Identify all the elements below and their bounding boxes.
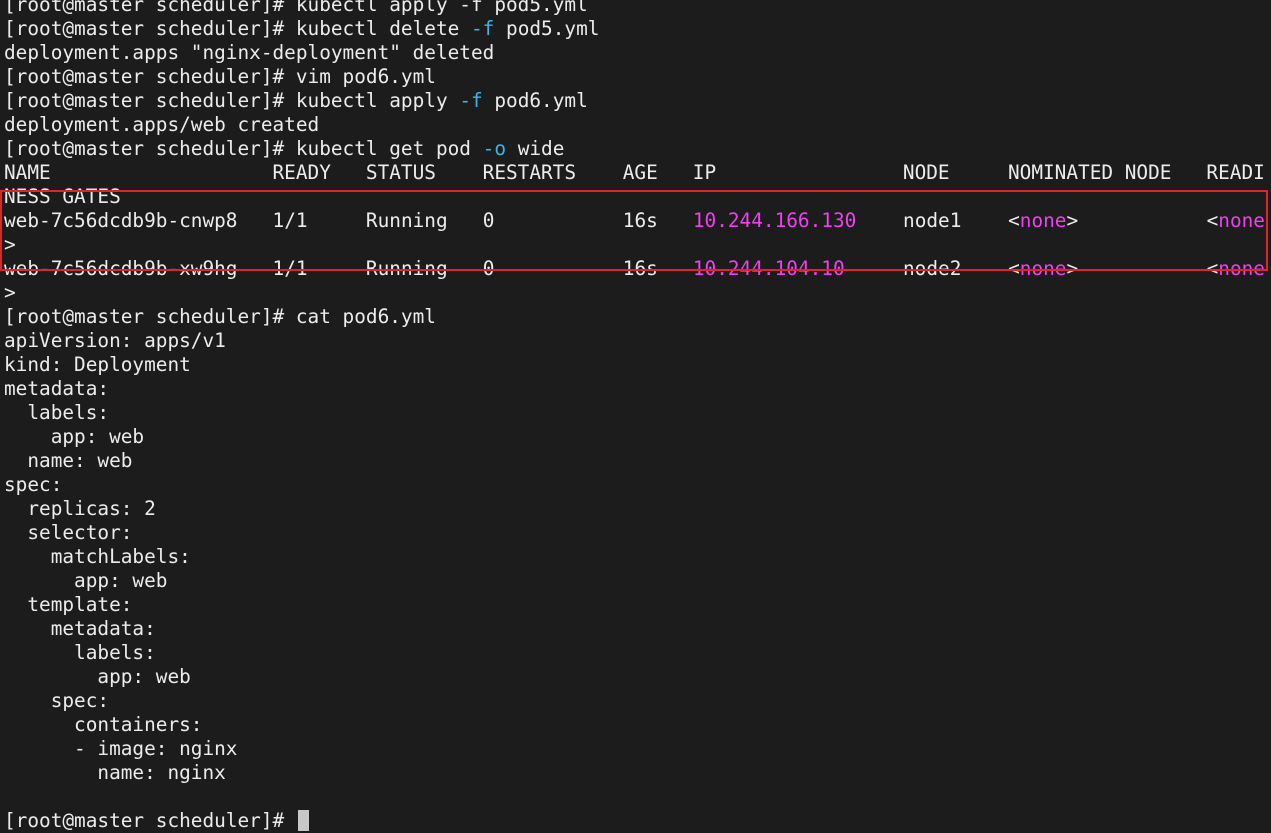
yaml-line: name: nginx xyxy=(4,761,226,784)
yaml-line: apiVersion: apps/v1 xyxy=(4,329,226,352)
pod-nominated-node-open: < xyxy=(1008,209,1020,232)
table-row: web-7c56dcdb9b-cnwp8 1/1 Running 0 16s 1… xyxy=(0,209,1271,233)
pod-name: web-7c56dcdb9b-cnwp8 xyxy=(4,209,238,232)
pod-readiness-gates-open: < xyxy=(1206,209,1219,232)
yaml-line: app: web xyxy=(4,569,168,592)
shell-prompt: [root@master scheduler]# xyxy=(4,89,296,112)
command-line-active[interactable]: [root@master scheduler]# xyxy=(0,809,1271,833)
command-line-apply: [root@master scheduler]# kubectl apply -… xyxy=(0,89,1271,113)
pod-restarts: 0 xyxy=(482,257,495,280)
command-output-apply: deployment.apps/web created xyxy=(4,113,320,136)
pod-status: Running xyxy=(365,209,448,232)
shell-prompt: [root@master scheduler]# xyxy=(4,65,296,88)
table-row-wrap: > xyxy=(4,233,16,256)
table-row: web-7c56dcdb9b-xw9hg 1/1 Running 0 16s 1… xyxy=(0,257,1271,281)
pod-readiness-gates-open: < xyxy=(1206,257,1219,280)
shell-prompt: [root@master scheduler]# xyxy=(4,137,296,160)
yaml-line: - image: nginx xyxy=(4,737,238,760)
command-flag: -o xyxy=(482,137,507,160)
yaml-line: metadata: xyxy=(4,617,156,640)
yaml-line: template: xyxy=(4,593,133,616)
pod-nominated-node-close: > xyxy=(1066,209,1079,232)
pod-age: 16s xyxy=(622,257,658,280)
command-line-vim: [root@master scheduler]# vim pod6.yml xyxy=(0,65,1271,89)
command-arg: pod6.yml xyxy=(482,89,588,112)
terminal-window[interactable]: [root@master scheduler]# kubectl apply -… xyxy=(0,0,1271,832)
command-line-delete: [root@master scheduler]# kubectl delete … xyxy=(0,17,1271,41)
yaml-line: matchLabels: xyxy=(4,545,191,568)
command-line-cat: [root@master scheduler]# cat pod6.yml xyxy=(0,305,1271,329)
command-text: vim pod6.yml xyxy=(295,65,436,88)
yaml-line: labels: xyxy=(4,641,156,664)
command-text: cat pod6.yml xyxy=(295,305,436,328)
shell-prompt: [root@master scheduler]# xyxy=(4,305,296,328)
command-output-delete: deployment.apps "nginx-deployment" delet… xyxy=(4,41,495,64)
command-line-get-pods: [root@master scheduler]# kubectl get pod… xyxy=(0,137,1271,161)
yaml-line: app: web xyxy=(4,665,191,688)
text-cursor xyxy=(297,810,309,831)
yaml-line xyxy=(0,785,1271,809)
yaml-line: replicas: 2 xyxy=(4,497,156,520)
command-text: kubectl delete xyxy=(295,17,471,40)
pod-nominated-node: none xyxy=(1019,209,1067,232)
table-header: NAME READY STATUS RESTARTS AGE IP NODE N… xyxy=(4,161,1265,184)
command-arg: wide xyxy=(506,137,565,160)
pod-status: Running xyxy=(365,257,448,280)
command-flag: -f xyxy=(459,89,483,112)
yaml-line: containers: xyxy=(4,713,203,736)
pod-nominated-node: none xyxy=(1019,257,1067,280)
command-flag: -f xyxy=(470,17,495,40)
yaml-line: app: web xyxy=(4,425,145,448)
table-row-wrap: > xyxy=(4,281,16,304)
pod-ip: 10.244.166.130 xyxy=(692,209,857,232)
yaml-line: name: web xyxy=(4,449,133,472)
pod-nominated-node-close: > xyxy=(1066,257,1079,280)
yaml-line: spec: xyxy=(4,473,63,496)
pod-readiness-gates: none xyxy=(1218,209,1265,232)
yaml-line: kind: Deployment xyxy=(4,353,191,376)
pod-node: node1 xyxy=(903,209,962,232)
pod-name: web-7c56dcdb9b-xw9hg xyxy=(4,257,238,280)
pod-ready: 1/1 xyxy=(272,257,308,280)
yaml-line: metadata: xyxy=(4,377,110,400)
yaml-line: labels: xyxy=(4,401,110,424)
pod-ip: 10.244.104.10 xyxy=(692,257,845,280)
command-arg: pod5.yml xyxy=(494,17,600,40)
terminal-line-partial: [root@master scheduler]# kubectl apply -… xyxy=(4,0,588,16)
pod-readiness-gates: none xyxy=(1218,257,1265,280)
yaml-line: spec: xyxy=(4,689,110,712)
pod-restarts: 0 xyxy=(482,209,495,232)
command-text: kubectl get pod xyxy=(295,137,483,160)
yaml-file-output: apiVersion: apps/v1 kind: Deployment metad… xyxy=(0,329,1271,809)
yaml-line: selector: xyxy=(4,521,133,544)
shell-prompt: [root@master scheduler]# xyxy=(4,17,296,40)
pod-ready: 1/1 xyxy=(272,209,308,232)
table-header-wrap: NESS GATES xyxy=(4,185,121,208)
command-text: kubectl apply xyxy=(295,89,460,112)
pod-age: 16s xyxy=(622,209,658,232)
pod-nominated-node-open: < xyxy=(1008,257,1020,280)
pod-node: node2 xyxy=(903,257,962,280)
